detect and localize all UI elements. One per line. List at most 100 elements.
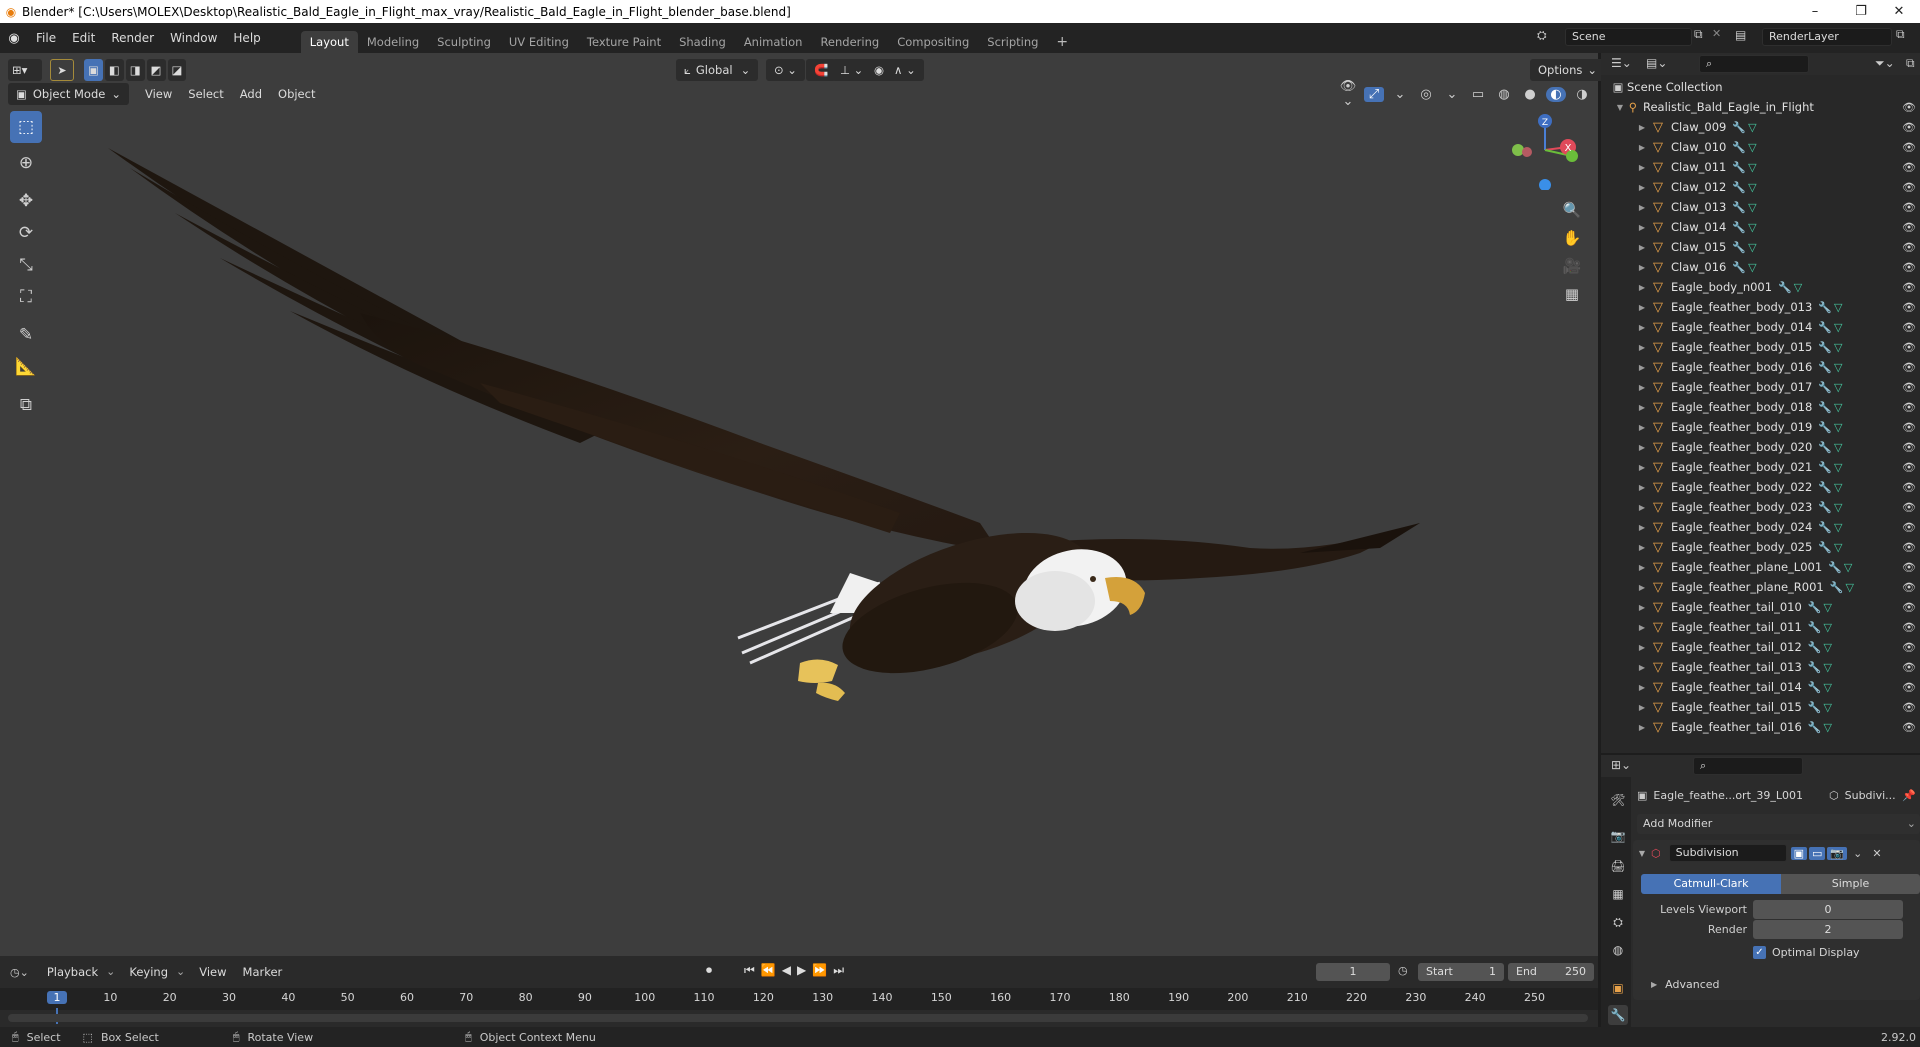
filter-icon[interactable]: ⏷⌄ [1875, 56, 1895, 71]
mesh-data-icon[interactable]: ▽ [1834, 461, 1842, 474]
modifier-wrench-icon[interactable]: 🔧 [1818, 441, 1832, 454]
visibility-icon[interactable]: 👁⌄ [1338, 79, 1358, 109]
editor-type-icon[interactable]: ⊞▾ [8, 59, 42, 81]
expand-triangle-icon[interactable]: ▶ [1635, 723, 1649, 732]
new-collection-icon[interactable]: ⧉ [1906, 56, 1915, 71]
tab-sculpting[interactable]: Sculpting [428, 31, 500, 53]
eye-icon[interactable]: 👁 [1902, 161, 1916, 174]
display-mode-icon[interactable]: ▤⌄ [1646, 56, 1667, 70]
eye-icon[interactable]: 👁 [1902, 441, 1916, 454]
timeline-editor-icon[interactable]: ◷⌄ [10, 966, 29, 979]
modifier-wrench-icon[interactable]: 🔧 [1732, 121, 1746, 134]
modifier-wrench-icon[interactable]: 🔧 [1818, 381, 1832, 394]
expand-triangle-icon[interactable]: ▶ [1635, 323, 1649, 332]
world-properties-icon[interactable]: ◍ [1608, 940, 1628, 960]
mesh-data-icon[interactable]: ▽ [1834, 321, 1842, 334]
scene-icon[interactable]: ⛭ [1537, 28, 1555, 46]
eye-icon[interactable]: 👁 [1902, 201, 1916, 214]
expand-triangle-icon[interactable]: ▶ [1635, 483, 1649, 492]
mesh-data-icon[interactable]: ▽ [1824, 621, 1832, 634]
eye-icon[interactable]: 👁 [1902, 501, 1916, 514]
select-box-tool-icon[interactable]: ⬚ [10, 111, 42, 143]
expand-triangle-icon[interactable]: ▶ [1635, 503, 1649, 512]
outliner-object-row[interactable]: ▶ ▽ Claw_011 🔧 ▽ 👁 [1601, 157, 1920, 177]
tab-layout[interactable]: Layout [300, 31, 358, 53]
navigation-gizmo[interactable]: Z X [1505, 110, 1585, 191]
outliner-object-row[interactable]: ▶ ▽ Eagle_feather_tail_011 🔧 ▽ 👁 [1601, 617, 1920, 637]
options-dropdown[interactable]: Options ⌄ [1530, 59, 1606, 81]
eye-icon[interactable]: 👁 [1902, 541, 1916, 554]
blender-menu-icon[interactable]: ◉ [0, 31, 28, 46]
menu-edit[interactable]: Edit [64, 23, 103, 53]
camera-view-icon[interactable]: 🎥 [1559, 252, 1585, 280]
eye-icon[interactable]: 👁 [1902, 521, 1916, 534]
mesh-data-icon[interactable]: ▽ [1834, 361, 1842, 374]
new-view-layer-icon[interactable]: ⧉ [1896, 27, 1905, 42]
chevron-down-icon[interactable]: ⌄ [1442, 87, 1462, 102]
modifier-wrench-icon[interactable]: 🔧 [1808, 721, 1822, 734]
outliner-object-row[interactable]: ▶ ▽ Eagle_feather_tail_015 🔧 ▽ 👁 [1601, 697, 1920, 717]
material-shading-icon[interactable]: ◐ [1546, 86, 1566, 102]
eye-icon[interactable]: 👁 [1902, 101, 1916, 114]
modifier-wrench-icon[interactable]: 🔧 [1818, 341, 1832, 354]
interaction-mode-dropdown[interactable]: ▣ Object Mode ⌄ [8, 83, 129, 105]
expand-triangle-icon[interactable]: ▶ [1635, 143, 1649, 152]
cursor-tool-icon[interactable]: ⊕ [10, 147, 42, 179]
new-scene-icon[interactable]: ⧉ [1694, 27, 1703, 42]
eye-icon[interactable]: 👁 [1902, 581, 1916, 594]
scale-tool-icon[interactable]: ⤡ [10, 249, 42, 281]
zoom-icon[interactable]: 🔍 [1559, 196, 1585, 224]
modifier-wrench-icon[interactable]: 🔧 [1818, 461, 1832, 474]
modifier-wrench-icon[interactable]: 🔧 [1818, 501, 1832, 514]
render-layer-selector[interactable]: RenderLayer [1762, 28, 1892, 46]
eye-icon[interactable]: 👁 [1902, 121, 1916, 134]
eye-icon[interactable]: 👁 [1902, 321, 1916, 334]
menu-render[interactable]: Render [103, 23, 162, 53]
minimize-button[interactable]: – [1792, 0, 1838, 23]
mesh-data-icon[interactable]: ▽ [1834, 341, 1842, 354]
eye-icon[interactable]: 👁 [1902, 301, 1916, 314]
expand-triangle-icon[interactable]: ▶ [1635, 703, 1649, 712]
invert-selection-icon[interactable]: ◩ [146, 59, 166, 81]
modifier-wrench-icon[interactable]: 🔧 [1818, 401, 1832, 414]
start-frame-field[interactable]: Start 1 [1418, 963, 1504, 981]
jump-keyframe-forward-icon[interactable]: ⏩ [812, 963, 827, 978]
tab-rendering[interactable]: Rendering [811, 31, 888, 53]
modifier-wrench-icon[interactable]: 🔧 [1808, 641, 1822, 654]
mesh-data-icon[interactable]: ▽ [1834, 481, 1842, 494]
expand-triangle-icon[interactable]: ▶ [1635, 283, 1649, 292]
expand-triangle-icon[interactable]: ▶ [1635, 343, 1649, 352]
mesh-data-icon[interactable]: ▽ [1824, 641, 1832, 654]
modifier-wrench-icon[interactable]: 🔧 [1732, 261, 1746, 274]
jump-end-icon[interactable]: ⏭ [833, 963, 844, 978]
expand-triangle-icon[interactable]: ▶ [1635, 623, 1649, 632]
mesh-data-icon[interactable]: ▽ [1824, 721, 1832, 734]
expand-triangle-icon[interactable]: ▶ [1635, 243, 1649, 252]
transform-tool-icon[interactable]: ⛶ [10, 281, 42, 313]
outliner-object-row[interactable]: ▶ ▽ Eagle_feather_tail_013 🔧 ▽ 👁 [1601, 657, 1920, 677]
chevron-down-icon[interactable]: ⌄ [1390, 87, 1410, 102]
outliner-object-row[interactable]: ▶ ▽ Eagle_feather_tail_012 🔧 ▽ 👁 [1601, 637, 1920, 657]
xray-icon[interactable]: ▭ [1468, 87, 1488, 102]
eye-icon[interactable]: 👁 [1902, 481, 1916, 494]
expand-triangle-icon[interactable]: ▶ [1635, 183, 1649, 192]
outliner-object-row[interactable]: ▶ ▽ Claw_016 🔧 ▽ 👁 [1601, 257, 1920, 277]
timeline-menu-marker[interactable]: Marker [235, 961, 291, 983]
menu-window[interactable]: Window [162, 23, 225, 53]
eye-icon[interactable]: 👁 [1902, 241, 1916, 254]
mesh-data-icon[interactable]: ▽ [1834, 381, 1842, 394]
expand-triangle-icon[interactable]: ▶ [1635, 423, 1649, 432]
outliner-object-row[interactable]: ▶ ▽ Eagle_feather_body_020 🔧 ▽ 👁 [1601, 437, 1920, 457]
expand-triangle-icon[interactable]: ▶ [1635, 683, 1649, 692]
eye-icon[interactable]: 👁 [1902, 421, 1916, 434]
outliner-object-row[interactable]: ▶ ▽ Claw_015 🔧 ▽ 👁 [1601, 237, 1920, 257]
outliner-object-row[interactable]: ▶ ▽ Eagle_feather_plane_R001 🔧 ▽ 👁 [1601, 577, 1920, 597]
output-properties-icon[interactable]: 🖨 [1608, 856, 1628, 876]
outliner-object-row[interactable]: ▶ ▽ Claw_010 🔧 ▽ 👁 [1601, 137, 1920, 157]
tab-animation[interactable]: Animation [735, 31, 812, 53]
mesh-data-icon[interactable]: ▽ [1748, 221, 1756, 234]
outliner-object-row[interactable]: ▶ ▽ Claw_013 🔧 ▽ 👁 [1601, 197, 1920, 217]
modifier-wrench-icon[interactable]: 🔧 [1808, 661, 1822, 674]
mesh-data-icon[interactable]: ▽ [1748, 161, 1756, 174]
jump-keyframe-back-icon[interactable]: ⏪ [761, 963, 776, 978]
